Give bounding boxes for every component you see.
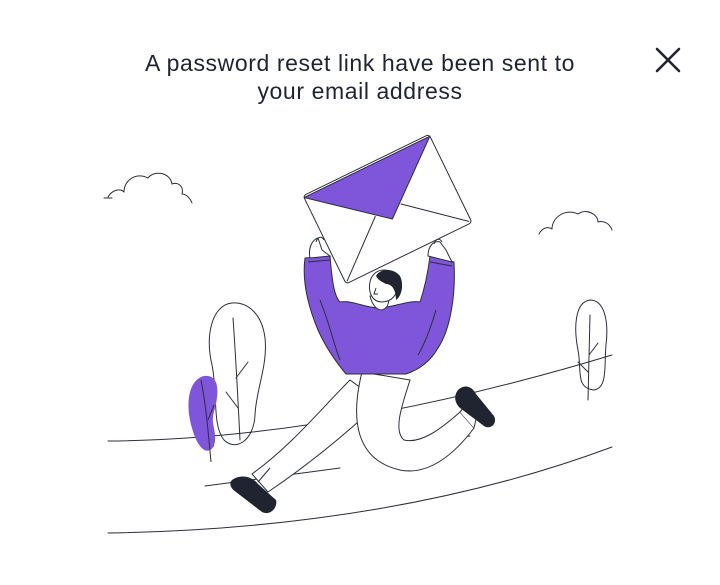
cloud-left	[107, 172, 193, 204]
leg-front	[356, 371, 475, 472]
bush-purple	[188, 375, 218, 451]
dialog-message-line1: A password reset link have been sent to	[145, 50, 575, 76]
dialog-message-line2: your email address	[257, 78, 463, 104]
close-button[interactable]	[650, 42, 686, 78]
bush-left	[208, 302, 266, 446]
close-icon	[655, 47, 681, 73]
ground-line-lower	[107, 446, 613, 534]
man-holding-envelope-illustration	[103, 134, 613, 534]
bush-right	[575, 299, 608, 391]
reset-link-sent-dialog: A password reset link have been sent to …	[0, 0, 720, 585]
cloud-right	[538, 211, 613, 235]
dialog-message: A password reset link have been sent to …	[110, 49, 610, 105]
